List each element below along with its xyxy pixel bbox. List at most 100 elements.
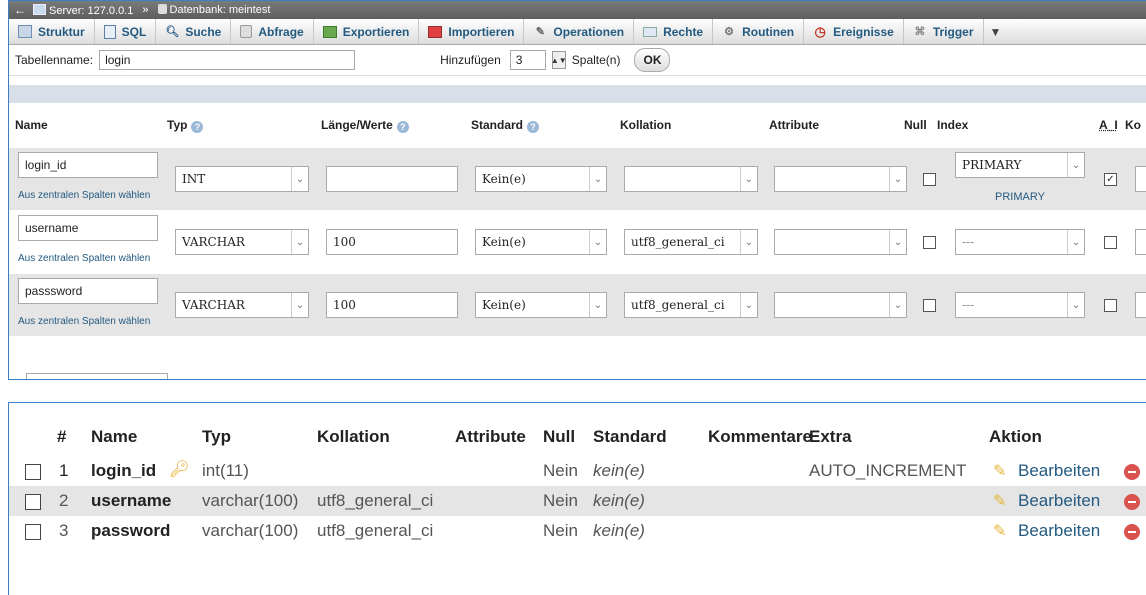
column-name-input[interactable]: login_id xyxy=(18,152,158,178)
drop-icon[interactable] xyxy=(1124,464,1140,480)
chevron-down-icon: ⌄ xyxy=(291,293,308,317)
auto-increment-checkbox[interactable] xyxy=(1104,299,1117,312)
column-name: username xyxy=(91,491,172,510)
query-icon xyxy=(240,25,253,38)
attribute-select[interactable]: ⌄ xyxy=(774,166,907,192)
search-icon: 🔍︎ xyxy=(165,26,180,38)
row-number: 2 xyxy=(59,491,69,510)
chevron-down-icon: ⌄ xyxy=(1067,293,1084,317)
attribute-select[interactable]: ⌄ xyxy=(774,229,907,255)
header-name[interactable]: Name xyxy=(91,427,137,447)
help-icon[interactable]: ? xyxy=(191,121,204,133)
index-select[interactable]: PRIMARY ⌄ xyxy=(955,152,1085,178)
create-table-panel: ← Server: 127.0.0.1 » Datenbank: meintes… xyxy=(8,0,1146,380)
tab-ereignisse[interactable]: ◷ Ereignisse xyxy=(804,19,904,44)
index-primary-link[interactable]: PRIMARY xyxy=(995,191,1045,203)
header-auto-increment: A_I xyxy=(1099,118,1118,132)
table-name-row: Tabellenname: login Hinzufügen 3 ▲▼ Spal… xyxy=(9,45,1146,76)
type-select[interactable]: INT ⌄ xyxy=(175,166,309,192)
back-arrow-icon[interactable]: ← xyxy=(13,3,27,17)
default-select[interactable]: Kein(e) ⌄ xyxy=(475,292,607,318)
tab-routinen[interactable]: ⚙ Routinen xyxy=(713,19,805,44)
table-structure-panel: # Name Typ Kollation Attribute Null Stan… xyxy=(8,402,1146,595)
comment-input[interactable] xyxy=(1135,292,1146,318)
column-type: varchar(100) xyxy=(202,521,299,540)
tab-suche[interactable]: 🔍︎ Suche xyxy=(156,19,232,44)
column-edit-row: login_id Aus zentralen Spalten wählen IN… xyxy=(9,147,1146,210)
length-input[interactable] xyxy=(326,166,458,192)
header-extra[interactable]: Extra xyxy=(809,427,852,447)
chevron-down-icon: ⌄ xyxy=(740,167,757,191)
pencil-icon[interactable]: ✎ xyxy=(993,491,1006,511)
edit-link[interactable]: Bearbeiten xyxy=(1018,491,1100,511)
header-index: Index xyxy=(937,118,969,132)
table-name-input[interactable]: login xyxy=(99,50,356,70)
chevron-down-icon: ⌄ xyxy=(889,293,906,317)
null-checkbox[interactable] xyxy=(923,299,936,312)
spinner-arrows-icon[interactable]: ▲▼ xyxy=(551,51,567,69)
tab-importieren[interactable]: Importieren xyxy=(419,19,525,44)
help-icon[interactable]: ? xyxy=(527,121,540,133)
pencil-icon[interactable]: ✎ xyxy=(993,521,1006,541)
index-select[interactable]: --- ⌄ xyxy=(955,229,1085,255)
row-checkbox[interactable] xyxy=(25,464,41,480)
column-name-input-partial[interactable] xyxy=(26,373,168,379)
default-select[interactable]: Kein(e) ⌄ xyxy=(475,229,607,255)
null-checkbox[interactable] xyxy=(923,236,936,249)
row-checkbox[interactable] xyxy=(25,524,41,540)
tab-exportieren[interactable]: Exportieren xyxy=(314,19,420,44)
header-type[interactable]: Typ xyxy=(202,427,231,447)
header-default: Standard? xyxy=(471,118,540,133)
tab-struktur[interactable]: Struktur xyxy=(9,19,95,44)
length-input[interactable]: 100 xyxy=(326,292,458,318)
chevron-down-icon: ⌄ xyxy=(589,167,606,191)
edit-link[interactable]: Bearbeiten xyxy=(1018,521,1100,541)
chevron-down-icon: ⌄ xyxy=(889,167,906,191)
length-input[interactable]: 100 xyxy=(326,229,458,255)
more-tabs-button[interactable]: ▼ xyxy=(984,19,1008,44)
ok-button[interactable]: OK xyxy=(634,48,671,72)
tab-operationen[interactable]: ✎ Operationen xyxy=(524,19,635,44)
row-checkbox[interactable] xyxy=(25,494,41,510)
drop-icon[interactable] xyxy=(1124,524,1140,540)
comment-input[interactable] xyxy=(1135,229,1146,255)
header-null[interactable]: Null xyxy=(543,427,575,447)
tab-sql[interactable]: SQL xyxy=(95,19,157,44)
index-select[interactable]: --- ⌄ xyxy=(955,292,1085,318)
tab-trigger[interactable]: ⌘ Trigger xyxy=(904,19,984,44)
column-name-input[interactable]: passsword xyxy=(18,278,158,304)
attribute-select[interactable]: ⌄ xyxy=(774,292,907,318)
breadcrumb-server[interactable]: Server: 127.0.0.1 xyxy=(33,3,133,17)
header-attributes[interactable]: Attribute xyxy=(455,427,526,447)
type-select[interactable]: VARCHAR ⌄ xyxy=(175,292,309,318)
pencil-icon[interactable]: ✎ xyxy=(993,461,1006,481)
null-checkbox[interactable] xyxy=(923,173,936,186)
column-name-input[interactable]: username xyxy=(18,215,158,241)
tab-rechte[interactable]: Rechte xyxy=(634,19,714,44)
header-collation[interactable]: Kollation xyxy=(317,427,390,447)
default-select[interactable]: Kein(e) ⌄ xyxy=(475,166,607,192)
column-type: int(11) xyxy=(202,461,249,480)
tab-abfrage[interactable]: Abfrage xyxy=(231,19,314,44)
drop-icon[interactable] xyxy=(1124,494,1140,510)
central-columns-link[interactable]: Aus zentralen Spalten wählen xyxy=(18,253,150,264)
edit-link[interactable]: Bearbeiten xyxy=(1018,461,1100,481)
breadcrumb-database[interactable]: Datenbank: meintest xyxy=(157,4,270,16)
table-row: 3 password varchar(100) utf8_general_ci … xyxy=(9,516,1146,546)
section-divider-bar xyxy=(9,85,1146,103)
header-comments[interactable]: Kommentare xyxy=(708,427,812,447)
central-columns-link[interactable]: Aus zentralen Spalten wählen xyxy=(18,190,150,201)
auto-increment-checkbox[interactable] xyxy=(1104,236,1117,249)
export-icon xyxy=(322,25,337,38)
type-select[interactable]: VARCHAR ⌄ xyxy=(175,229,309,255)
help-icon[interactable]: ? xyxy=(396,121,409,133)
header-default[interactable]: Standard xyxy=(593,427,667,447)
collation-select[interactable]: utf8_general_ci ⌄ xyxy=(624,229,758,255)
add-column-count-input[interactable]: 3 xyxy=(509,50,546,70)
collation-select[interactable]: ⌄ xyxy=(624,166,758,192)
primary-key-icon: 🔑︎ xyxy=(169,461,190,478)
comment-input[interactable] xyxy=(1135,166,1146,192)
auto-increment-checkbox[interactable]: ✓ xyxy=(1104,173,1117,186)
central-columns-link[interactable]: Aus zentralen Spalten wählen xyxy=(18,316,150,327)
collation-select[interactable]: utf8_general_ci ⌄ xyxy=(624,292,758,318)
